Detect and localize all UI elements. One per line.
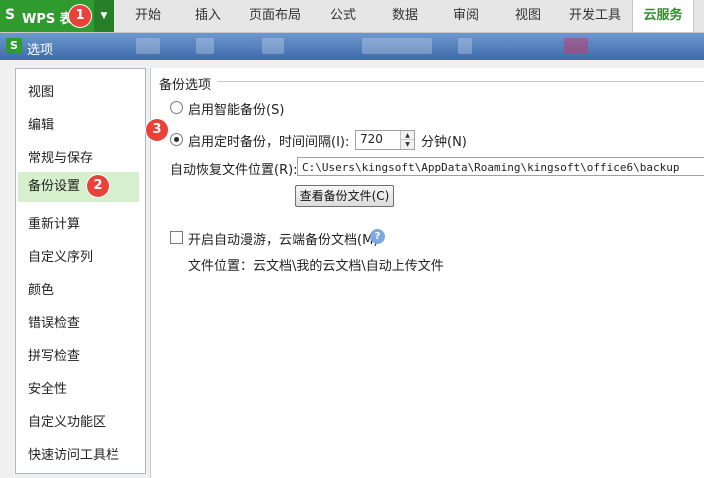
backup-interval-value: 720	[360, 132, 383, 146]
stepper-buttons: ▲ ▼	[400, 131, 414, 149]
sidebar-item-general-save[interactable]: 常规与保存	[18, 144, 139, 174]
step-badge-1: 1	[69, 5, 91, 27]
blurred-toolbar-icon	[362, 38, 432, 54]
blurred-toolbar-icon	[262, 38, 284, 54]
tab-data[interactable]: 数据	[380, 0, 430, 32]
tab-review[interactable]: 审阅	[441, 0, 491, 32]
ribbon-bar: S WPS 表 ▼ 开始 插入 页面布局 公式 数据 审阅 视图 开发工具 云服…	[0, 0, 704, 33]
recover-path-field[interactable]: C:\Users\kingsoft\AppData\Roaming\kingso…	[297, 157, 704, 176]
chevron-down-icon[interactable]: ▼	[94, 0, 114, 32]
wps-app-icon: S	[6, 38, 22, 54]
interval-unit-label: 分钟(N)	[421, 135, 467, 150]
sidebar-item-backup-settings[interactable]: 备份设置	[18, 172, 139, 202]
tab-developer[interactable]: 开发工具	[563, 0, 627, 32]
smart-backup-radio[interactable]	[170, 101, 183, 114]
step-badge-2: 2	[87, 175, 109, 197]
view-backup-files-button[interactable]: 查看备份文件(C)	[295, 185, 394, 207]
sidebar-item-view[interactable]: 视图	[18, 78, 139, 108]
tab-cloud-service[interactable]: 云服务	[632, 0, 694, 32]
stepper-down-icon[interactable]: ▼	[401, 140, 414, 149]
sidebar-item-edit[interactable]: 编辑	[18, 111, 139, 141]
recover-path-label: 自动恢复文件位置(R):	[170, 163, 298, 178]
sidebar-item-customize-ribbon[interactable]: 自定义功能区	[18, 408, 139, 438]
blurred-toolbar-icon	[458, 38, 472, 54]
wps-logo-icon: S	[5, 7, 16, 23]
timed-backup-radio[interactable]	[170, 133, 183, 146]
backup-interval-stepper[interactable]: 720 ▲ ▼	[355, 130, 415, 150]
sidebar-item-custom-lists[interactable]: 自定义序列	[18, 243, 139, 273]
tab-formulas[interactable]: 公式	[318, 0, 368, 32]
tab-view[interactable]: 视图	[503, 0, 553, 32]
sidebar-item-security[interactable]: 安全性	[18, 375, 139, 405]
cloud-file-location-text: 文件位置：云文档\我的云文档\自动上传文件	[188, 259, 444, 274]
blurred-toolbar-icon	[196, 38, 214, 54]
app-name: WPS 表	[22, 12, 73, 27]
blurred-toolbar-icon	[564, 38, 588, 54]
group-divider	[217, 81, 704, 82]
sidebar-item-error-checking[interactable]: 错误检查	[18, 309, 139, 339]
timed-backup-label[interactable]: 启用定时备份，时间间隔(I):	[188, 131, 349, 150]
tab-insert[interactable]: 插入	[183, 0, 233, 32]
sidebar-item-spell-check[interactable]: 拼写检查	[18, 342, 139, 372]
tab-page-layout[interactable]: 页面布局	[243, 0, 307, 32]
dialog-titlebar: S 选项	[0, 33, 704, 60]
sidebar-item-quick-access-toolbar[interactable]: 快速访问工具栏	[18, 441, 139, 471]
backup-options-group-title: 备份选项	[159, 74, 216, 93]
backup-settings-panel: 备份选项 启用智能备份(S) 启用定时备份，时间间隔(I): 720 ▲ ▼ 分…	[150, 68, 704, 478]
sidebar-item-colors[interactable]: 颜色	[18, 276, 139, 306]
options-category-list: 视图 编辑 常规与保存 备份设置 重新计算 自定义序列 颜色 错误检查 拼写检查…	[15, 68, 146, 474]
cloud-roaming-checkbox[interactable]	[170, 231, 183, 244]
dialog-title: 选项	[27, 43, 54, 58]
stepper-up-icon[interactable]: ▲	[401, 131, 414, 140]
smart-backup-label[interactable]: 启用智能备份(S)	[188, 99, 284, 118]
cloud-roaming-label[interactable]: 开启自动漫游，云端备份文档(M)	[188, 229, 378, 248]
sidebar-item-recalculate[interactable]: 重新计算	[18, 210, 139, 240]
tab-home[interactable]: 开始	[123, 0, 173, 32]
blurred-toolbar-icon	[136, 38, 160, 54]
options-dialog: 视图 编辑 常规与保存 备份设置 重新计算 自定义序列 颜色 错误检查 拼写检查…	[0, 60, 704, 478]
help-icon[interactable]: ?	[370, 229, 385, 244]
step-badge-3: 3	[146, 119, 168, 141]
